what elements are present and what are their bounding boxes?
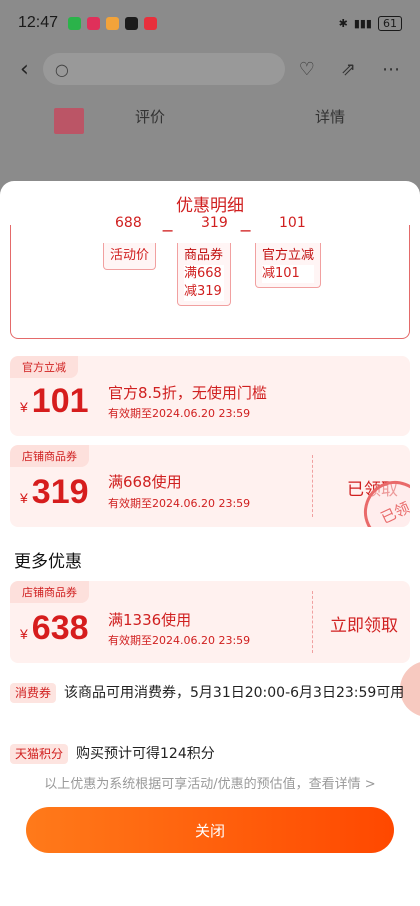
coupon-label: 店铺商品券 xyxy=(10,581,89,603)
tag-official-discount-body: 减101 xyxy=(262,265,314,283)
signal-icon: ▮▮▮ xyxy=(353,16,372,30)
share-icon[interactable]: ⇗ xyxy=(341,59,356,80)
yen-symbol: ¥ xyxy=(20,399,28,415)
tag-product-voucher: 商品券 满668 减319 xyxy=(177,243,231,306)
consumer-voucher-text: 该商品可用消费券，5月31日20:00-6月3日23:59可用 xyxy=(64,685,405,701)
tmall-points-row: 天猫积分 购买预计可得124积分 xyxy=(10,744,410,764)
coupon-divider xyxy=(312,591,313,653)
tag-official-discount: 官方立减 减101 xyxy=(255,243,321,288)
search-icon: ○ xyxy=(54,59,69,79)
coupon-description: 满1336使用 xyxy=(108,611,192,629)
calc-minus-2: − xyxy=(239,221,253,240)
wechat-icon xyxy=(68,16,82,30)
coupon-label: 店铺商品券 xyxy=(10,445,89,467)
tiktok-icon xyxy=(125,16,139,30)
product-thumbnail xyxy=(54,108,84,134)
battery-indicator: 61 xyxy=(378,15,402,31)
claim-now-button[interactable]: 立即领取 xyxy=(330,611,398,636)
coupon-amount: ¥319 xyxy=(20,473,89,512)
coupon-validity: 有效期至2024.06.20 23:59 xyxy=(108,407,251,420)
coupon-amount: ¥101 xyxy=(20,382,89,421)
tmall-points-tag: 天猫积分 xyxy=(10,744,69,764)
yen-symbol: ¥ xyxy=(20,626,28,642)
tab-details[interactable]: 详情 xyxy=(315,106,345,127)
back-icon[interactable]: ‹ xyxy=(20,57,29,82)
coupon-store-voucher-claimed: 店铺商品券 ¥319 满668使用 有效期至2024.06.20 23:59 已… xyxy=(10,445,410,527)
status-bar: 12:47 ✱ ▮▮▮ 61 xyxy=(0,0,420,46)
nav-bar: ‹ ○ ♡ ⇗ ⋯ xyxy=(0,46,420,92)
estimate-hint-link[interactable]: 以上优惠为系统根据可享活动/优惠的预估值，查看详情 > xyxy=(0,773,420,792)
more-icon[interactable]: ⋯ xyxy=(382,59,400,80)
tmall-points-text: 购买预计可得124积分 xyxy=(76,746,215,762)
coupon-amount: ¥638 xyxy=(20,609,89,648)
bluetooth-icon: ✱ xyxy=(338,16,348,30)
tag-product-voucher-body: 满668 减319 xyxy=(184,265,224,301)
coupon-label: 官方立减 xyxy=(10,356,78,378)
coupon-validity: 有效期至2024.06.20 23:59 xyxy=(108,634,251,647)
yen-symbol: ¥ xyxy=(20,490,28,506)
coupon-store-voucher-available: 店铺商品券 ¥638 满1336使用 有效期至2024.06.20 23:59 … xyxy=(10,581,410,663)
search-box[interactable]: ○ xyxy=(42,53,285,85)
coupon-validity: 有效期至2024.06.20 23:59 xyxy=(108,497,251,510)
price-calculation: 688 − 319 − 101 活动价 商品券 满668 减319 官方立减 减… xyxy=(10,215,410,339)
calc-activity-price: 688 xyxy=(115,215,142,231)
coupon-amount-value: 101 xyxy=(31,382,89,420)
tag-activity-price: 活动价 xyxy=(103,243,157,270)
consumer-voucher-tag: 消费券 xyxy=(10,683,57,703)
coupon-official-discount: 官方立减 ¥101 官方8.5折，无使用门槛 有效期至2024.06.20 23… xyxy=(10,356,410,436)
coupon-description: 满668使用 xyxy=(108,473,182,491)
coupon-amount-value: 638 xyxy=(31,609,89,647)
discount-detail-sheet: 优惠明细 688 − 319 − 101 活动价 商品券 满668 减319 官… xyxy=(0,181,420,906)
coupon-divider xyxy=(312,455,313,517)
app-icon-red2 xyxy=(144,16,158,30)
tab-reviews[interactable]: 评价 xyxy=(135,106,165,127)
tag-product-voucher-head: 商品券 xyxy=(184,248,224,263)
calc-official-discount: 101 xyxy=(279,215,306,231)
consumer-voucher-row[interactable]: 消费券 该商品可用消费券，5月31日20:00-6月3日23:59可用 xyxy=(10,683,410,703)
status-time: 12:47 xyxy=(18,14,59,31)
close-button[interactable]: 关闭 xyxy=(26,807,394,853)
calc-voucher-value: 319 xyxy=(201,215,228,231)
favorite-icon[interactable]: ♡ xyxy=(299,59,315,80)
app-icon-orange xyxy=(106,16,120,30)
coupon-description: 官方8.5折，无使用门槛 xyxy=(108,384,267,402)
tag-activity-price-label: 活动价 xyxy=(110,248,150,263)
app-icon-red xyxy=(87,16,101,30)
tag-official-discount-head: 官方立减 xyxy=(262,248,315,263)
more-offers-title: 更多优惠 xyxy=(14,552,82,572)
coupon-amount-value: 319 xyxy=(31,473,89,511)
calc-minus-1: − xyxy=(161,221,175,240)
